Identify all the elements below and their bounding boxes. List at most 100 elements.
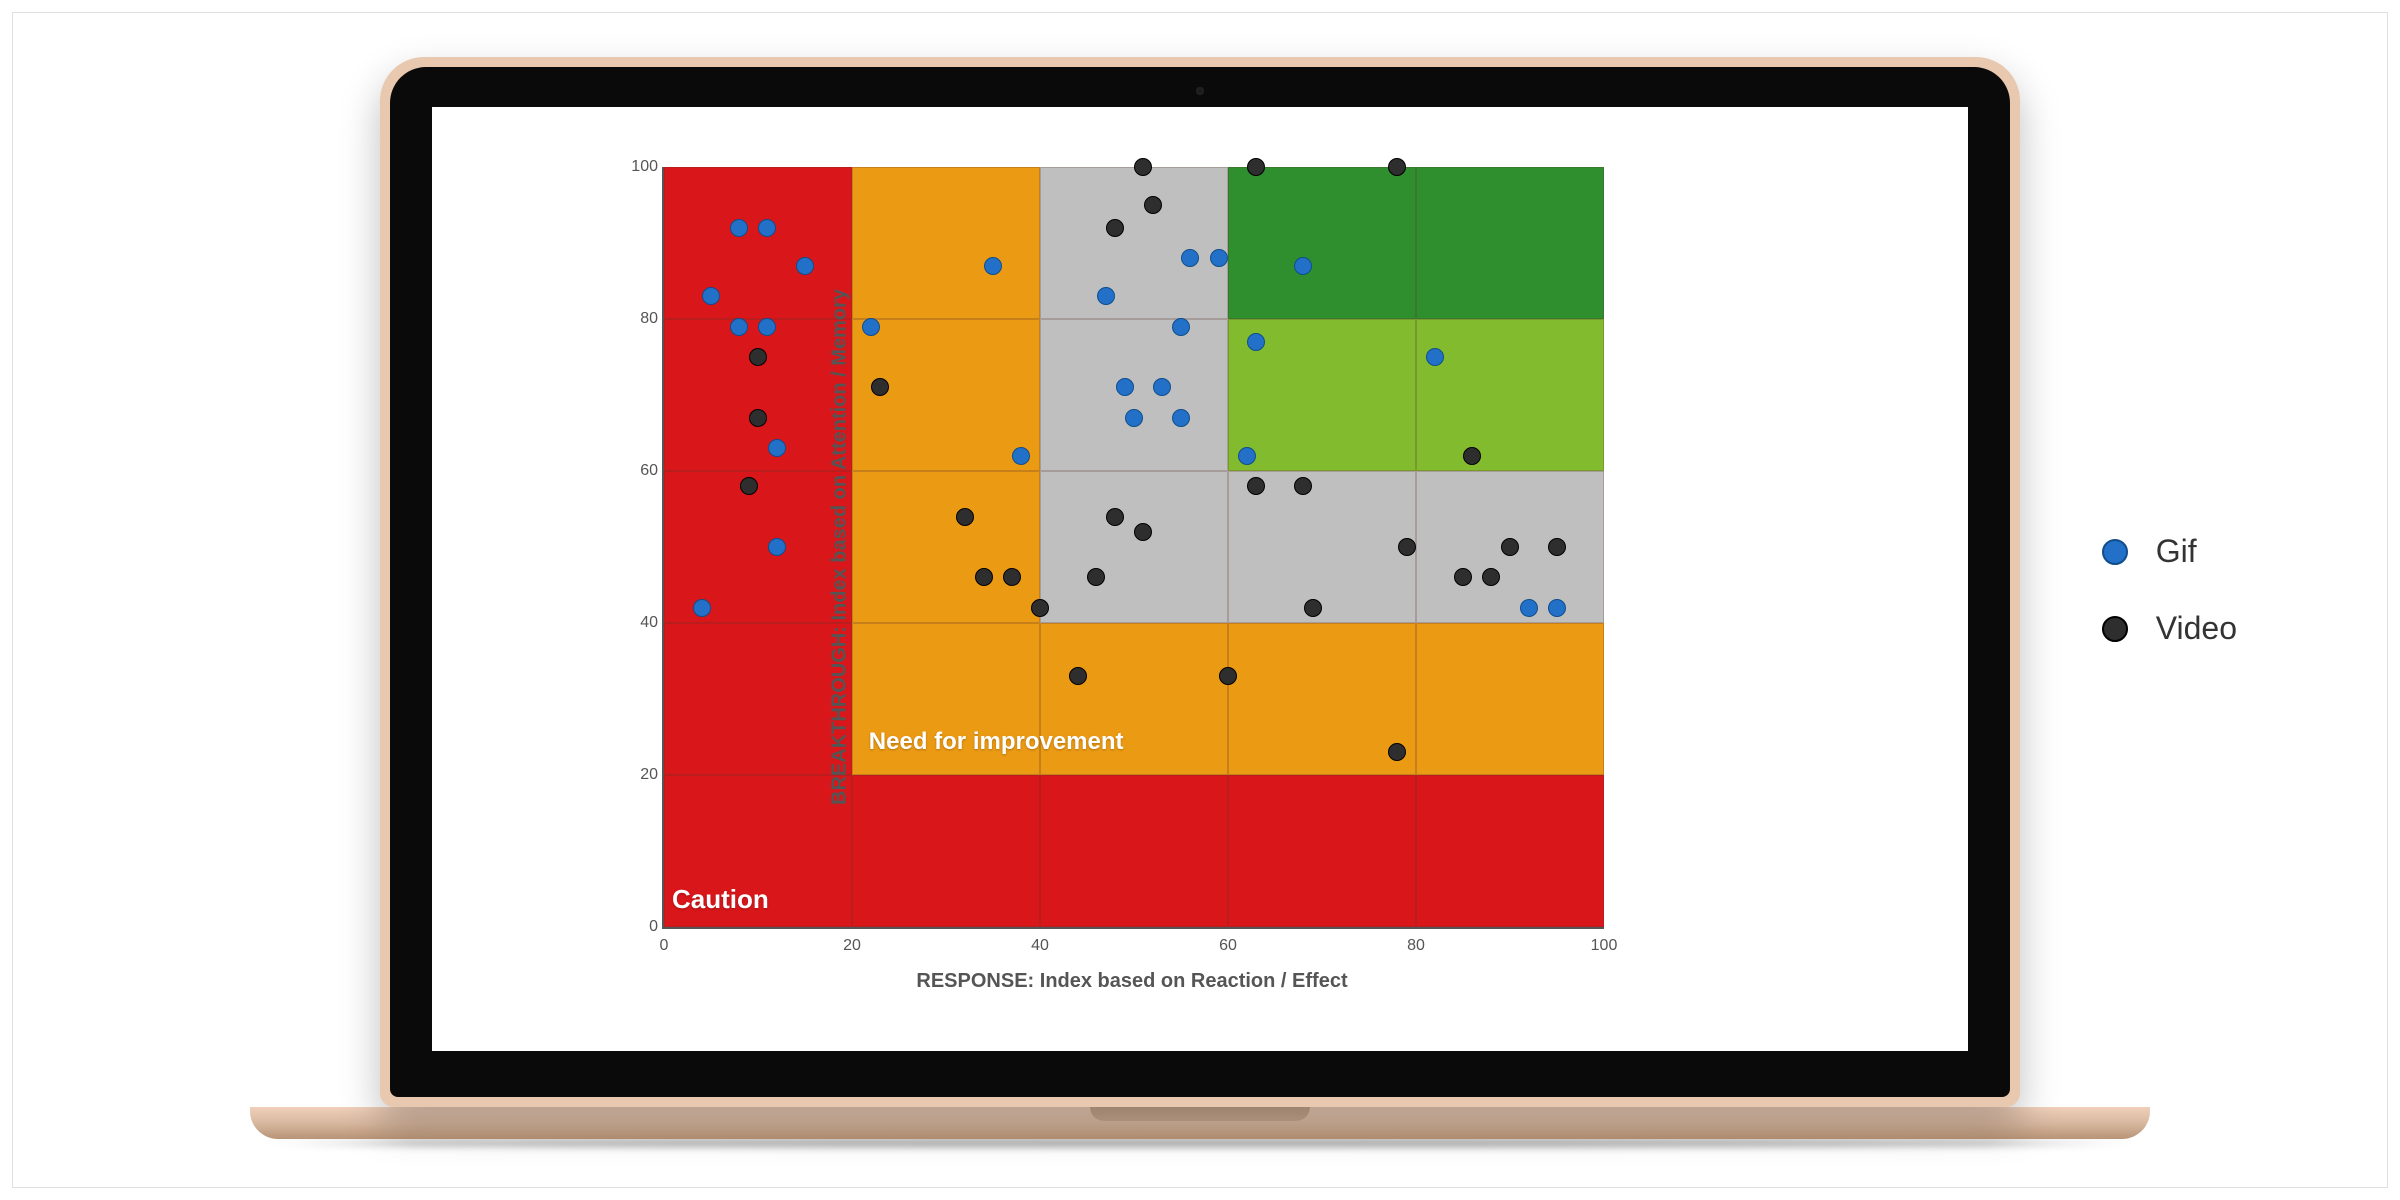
data-point-gif: [1210, 249, 1228, 267]
zone-cell: [1416, 319, 1604, 471]
zone-cell: [1040, 319, 1228, 471]
x-tick: 20: [843, 937, 861, 955]
data-point-gif: [984, 257, 1002, 275]
data-point-gif: [768, 538, 786, 556]
data-point-video: [956, 508, 974, 526]
data-point-gif: [768, 439, 786, 457]
zone-cell: [852, 471, 1040, 623]
data-point-gif: [1247, 333, 1265, 351]
data-point-video: [749, 409, 767, 427]
legend-dot-gif-icon: [2102, 539, 2128, 565]
data-point-video: [1247, 477, 1265, 495]
data-point-video: [1003, 568, 1021, 586]
data-point-gif: [1125, 409, 1143, 427]
data-point-video: [975, 568, 993, 586]
zone-cell: [1040, 775, 1228, 927]
y-tick: 20: [628, 766, 658, 784]
laptop-bezel: 020406080100020406080100 Caution Need fo…: [390, 67, 2010, 1097]
legend: Gif Video: [2102, 533, 2237, 687]
data-point-video: [1304, 599, 1322, 617]
data-point-gif: [1548, 599, 1566, 617]
zone-cell: [664, 471, 852, 623]
zone-label-caution: Caution: [672, 884, 769, 915]
data-point-gif: [702, 287, 720, 305]
zone-cell: [664, 623, 852, 775]
data-point-video: [1031, 599, 1049, 617]
page-frame: 020406080100020406080100 Caution Need fo…: [12, 12, 2388, 1188]
y-tick: 80: [628, 310, 658, 328]
data-point-video: [871, 378, 889, 396]
data-point-video: [740, 477, 758, 495]
data-point-gif: [1238, 447, 1256, 465]
legend-item-video: Video: [2102, 610, 2237, 647]
data-point-video: [1388, 158, 1406, 176]
data-point-video: [1548, 538, 1566, 556]
zone-cell: [852, 167, 1040, 319]
data-point-video: [1134, 158, 1152, 176]
data-point-video: [1106, 219, 1124, 237]
x-tick: 0: [660, 937, 669, 955]
data-point-gif: [1181, 249, 1199, 267]
data-point-video: [1106, 508, 1124, 526]
camera-icon: [1196, 87, 1204, 95]
data-point-video: [1501, 538, 1519, 556]
laptop-base: [250, 1107, 2150, 1139]
plot-area: 020406080100020406080100: [662, 167, 1604, 929]
laptop-shadow: [260, 1139, 2140, 1147]
y-tick: 0: [628, 918, 658, 936]
data-point-video: [1463, 447, 1481, 465]
zone-cell: [1416, 623, 1604, 775]
data-point-video: [1294, 477, 1312, 495]
data-point-gif: [1172, 409, 1190, 427]
data-point-gif: [730, 318, 748, 336]
data-point-gif: [862, 318, 880, 336]
data-point-video: [1398, 538, 1416, 556]
x-tick: 60: [1219, 937, 1237, 955]
data-point-gif: [1294, 257, 1312, 275]
data-point-video: [1388, 743, 1406, 761]
y-tick: 100: [628, 158, 658, 176]
zone-cell: [664, 319, 852, 471]
scatter-chart: 020406080100020406080100 Caution Need fo…: [662, 167, 1602, 927]
data-point-gif: [1097, 287, 1115, 305]
data-point-video: [1454, 568, 1472, 586]
data-point-video: [1247, 158, 1265, 176]
data-point-gif: [693, 599, 711, 617]
laptop-screen: 020406080100020406080100 Caution Need fo…: [432, 107, 1968, 1051]
data-point-video: [1144, 196, 1162, 214]
laptop-body: 020406080100020406080100 Caution Need fo…: [380, 57, 2020, 1107]
data-point-gif: [796, 257, 814, 275]
zone-label-improvement: Need for improvement: [869, 728, 1124, 756]
data-point-video: [1219, 667, 1237, 685]
zone-cell: [1040, 471, 1228, 623]
x-tick: 100: [1591, 937, 1618, 955]
y-axis-label: BREAKTHROUGH: Index based on Attention /…: [828, 289, 851, 805]
data-point-gif: [758, 219, 776, 237]
data-point-video: [749, 348, 767, 366]
zone-cell: [1416, 167, 1604, 319]
zone-cell: [1416, 775, 1604, 927]
data-point-gif: [1116, 378, 1134, 396]
data-point-gif: [1520, 599, 1538, 617]
zone-cell: [852, 775, 1040, 927]
zone-cell: [1040, 167, 1228, 319]
x-axis-label: RESPONSE: Index based on Reaction / Effe…: [916, 970, 1347, 993]
y-tick: 60: [628, 462, 658, 480]
data-point-video: [1482, 568, 1500, 586]
y-tick: 40: [628, 614, 658, 632]
zone-cell: [664, 167, 852, 319]
data-point-video: [1069, 667, 1087, 685]
legend-label-video: Video: [2156, 610, 2237, 647]
zone-cell: [1228, 167, 1416, 319]
x-tick: 40: [1031, 937, 1049, 955]
x-tick: 80: [1407, 937, 1425, 955]
data-point-video: [1087, 568, 1105, 586]
legend-item-gif: Gif: [2102, 533, 2237, 570]
data-point-gif: [1153, 378, 1171, 396]
data-point-video: [1134, 523, 1152, 541]
data-point-gif: [730, 219, 748, 237]
data-point-gif: [1426, 348, 1444, 366]
data-point-gif: [1172, 318, 1190, 336]
legend-dot-video-icon: [2102, 616, 2128, 642]
laptop-notch: [1090, 1107, 1310, 1121]
